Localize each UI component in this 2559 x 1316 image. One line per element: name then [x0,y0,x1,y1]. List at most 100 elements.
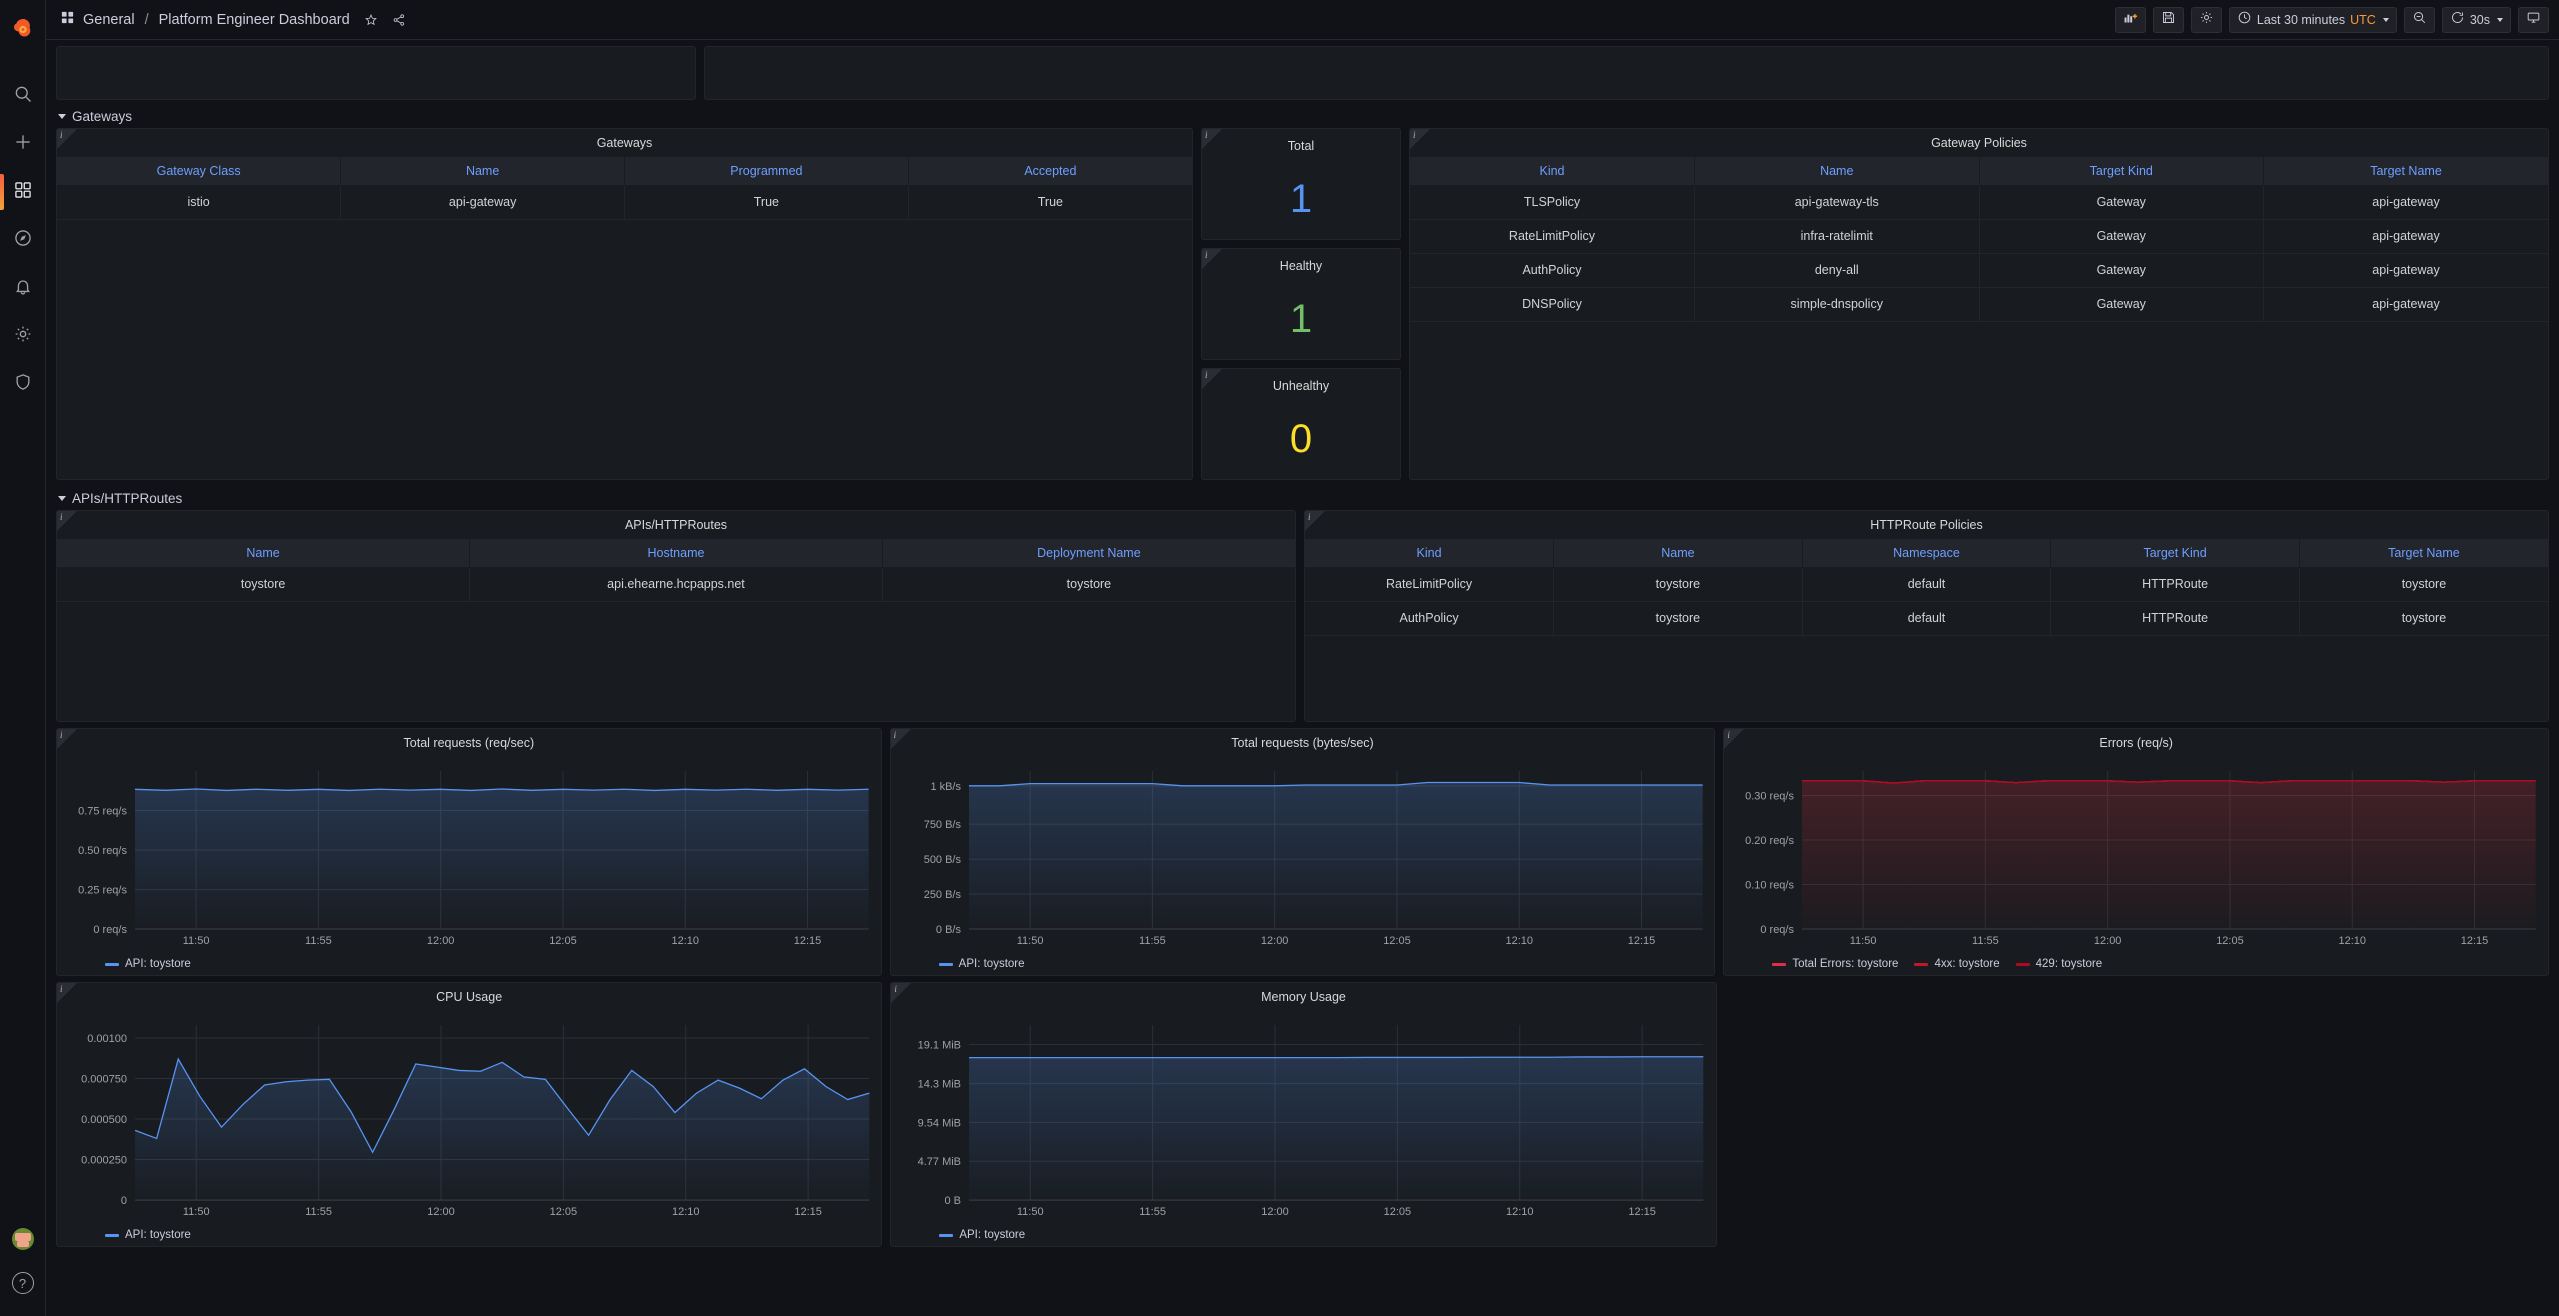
svg-text:0.30 req/s: 0.30 req/s [1745,791,1794,803]
column-header[interactable]: Deployment Name [882,539,1295,568]
search-icon [13,84,33,109]
column-header[interactable]: Accepted [908,157,1192,186]
section-row-apis[interactable]: APIs/HTTPRoutes [56,486,2549,510]
table-cell: api-gateway [2263,219,2548,254]
chart-area[interactable]: 0 B 4.77 MiB 9.54 MiB 14.3 MiB 19.1 MiB 11:50… [891,1011,1715,1224]
info-icon[interactable]: i [60,984,63,994]
chart-area[interactable]: 0 req/s 0.25 req/s 0.50 req/s 0.75 req/s 11:… [57,757,881,953]
info-icon[interactable]: i [1413,130,1416,140]
column-header[interactable]: Name [1694,157,1980,186]
svg-text:750 B/s: 750 B/s [923,819,961,831]
info-icon[interactable]: i [1205,130,1208,140]
zoom-out-time-button[interactable] [2403,6,2435,33]
section-title-gateways: Gateways [72,108,133,124]
legend-item[interactable]: API: toystore [938,958,1025,970]
column-header[interactable]: Programmed [624,157,909,186]
grafana-logo[interactable] [0,6,46,52]
column-header[interactable]: Name [1553,539,1803,568]
add-panel-button[interactable] [2114,6,2146,33]
sidebar-item-configuration[interactable] [0,312,46,360]
panel-title-memory-usage: Memory Usage [1261,990,1346,1004]
save-dashboard-button[interactable] [2152,6,2184,33]
chart-area[interactable]: 0 B/s 250 B/s 500 B/s 750 B/s 1 kB/s 11:50 11:… [891,757,1715,953]
add-panel-icon [2123,10,2138,30]
info-icon[interactable]: i [60,130,63,140]
svg-text:0.50 req/s: 0.50 req/s [78,845,127,857]
table-cell: toystore [2299,601,2548,636]
top-blank-row [56,46,2549,100]
info-icon[interactable]: i [1205,370,1208,380]
svg-text:11:55: 11:55 [1140,1206,1167,1218]
star-icon[interactable] [364,13,378,27]
column-header[interactable]: Kind [1305,539,1555,568]
column-header[interactable]: Target Name [2299,539,2548,568]
svg-text:500 B/s: 500 B/s [923,854,961,866]
refresh-picker[interactable]: 30s [2441,6,2511,33]
column-header[interactable]: Gateway Class [57,157,342,186]
legend-item[interactable]: API: toystore [105,1229,191,1241]
info-icon[interactable]: i [60,512,63,522]
column-header[interactable]: Target Name [2263,157,2548,186]
stat-title-healthy: Healthy [1279,259,1323,273]
sidebar-item-dashboards[interactable] [0,168,46,216]
sidebar-item-explore[interactable] [0,216,46,264]
legend-color-swatch [1914,962,1929,966]
blank-panel-left[interactable] [56,46,696,100]
sidebar-item-add[interactable] [0,120,46,168]
legend-item[interactable]: Total Errors: toystore [1772,958,1898,970]
panel-title-gateway-policies: Gateway Policies [1931,136,2027,150]
table-cell: api-gateway-tls [1694,185,1980,220]
table-row: DNSPolicy simple-dnspolicy Gateway api-g… [1410,287,2548,322]
stat-value-healthy: 1 [1289,297,1313,341]
dashboard-settings-button[interactable] [2190,6,2222,33]
info-icon[interactable]: i [894,984,897,994]
section-row-gateways[interactable]: Gateways [56,104,2549,128]
column-header[interactable]: Target Kind [1979,157,2264,186]
svg-text:12:00: 12:00 [1262,1206,1290,1218]
legend-item[interactable]: API: toystore [105,958,191,970]
column-header[interactable]: Name [340,157,625,186]
info-icon[interactable]: i [894,730,897,740]
legend-label: API: toystore [959,1229,1026,1242]
svg-text:1 kB/s: 1 kB/s [930,781,961,793]
time-range-picker[interactable]: Last 30 minutes UTC [2228,6,2397,33]
table-cell: Gateway [1979,287,2264,322]
table-cell: RateLimitPolicy [1305,567,1555,602]
legend-item[interactable]: 429: toystore [2015,958,2102,970]
timeseries-chart: 0 req/s 0.25 req/s 0.50 req/s 0.75 req/s 11:… [78,771,869,947]
apis-table: Name Hostname Deployment Name toystore a… [57,539,1295,602]
column-header[interactable]: Name [57,539,471,568]
share-icon[interactable] [392,13,406,27]
column-header[interactable]: Hostname [469,539,883,568]
dashboards-icon [13,180,33,205]
panel-title-cpu-usage: CPU Usage [436,990,503,1004]
info-icon[interactable]: i [60,730,63,740]
httproute-policies-table: Kind Name Namespace Target Kind Target N… [1305,539,2548,636]
column-header[interactable]: Namespace [1802,539,2052,568]
blank-panel-right[interactable] [704,46,2549,100]
kiosk-mode-button[interactable] [2518,6,2549,33]
info-icon[interactable]: i [1308,512,1311,522]
avatar[interactable] [11,1228,34,1250]
legend-label: Total Errors: toystore [1792,958,1899,970]
legend-item[interactable]: 4xx: toystore [1914,958,2000,970]
table-cell: default [1802,601,2052,636]
column-header[interactable]: Target Kind [2050,539,2300,568]
sidebar-item-server-admin[interactable] [0,360,46,408]
chart-area[interactable]: 0 req/s 0.10 req/s 0.20 req/s 0.30 req/s 11:… [1724,757,2548,953]
legend-item[interactable]: API: toystore [939,1229,1025,1241]
info-icon[interactable]: i [1727,730,1730,740]
panel-apis-table: i APIs/HTTPRoutes Name Hostname Deployme… [56,510,1296,722]
svg-text:12:10: 12:10 [672,1206,700,1218]
breadcrumb-folder[interactable]: General [83,12,135,28]
chart-legend: API: toystore [57,953,881,975]
sidebar-item-alerting[interactable] [0,264,46,312]
chevron-down-icon [2497,17,2503,22]
info-icon[interactable]: i [1205,250,1208,260]
svg-text:12:00: 12:00 [1261,935,1289,947]
stat-value-unhealthy: 0 [1289,417,1313,461]
sidebar-item-search[interactable] [0,72,46,120]
column-header[interactable]: Kind [1410,157,1695,186]
question-circle-icon[interactable]: ? [11,1272,34,1294]
chart-area[interactable]: 0 0.000250 0.000500 0.000750 0.00100 11:50 11:… [57,1011,881,1224]
